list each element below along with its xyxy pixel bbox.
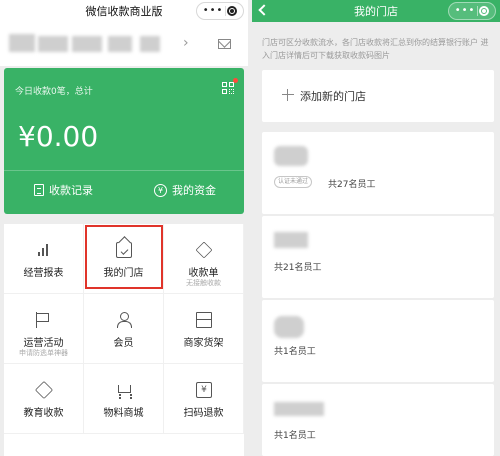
capsule-divider [224, 6, 226, 16]
blurred-merchant-avatar [9, 34, 35, 52]
add-store-button[interactable]: 添加新的门店 [262, 70, 494, 122]
left-nav-bar: 微信收款商业版 ••• [0, 0, 248, 22]
highlight-box [85, 225, 163, 289]
miniprogram-capsule[interactable]: ••• [448, 2, 496, 20]
grid-item-material-mall[interactable]: 物料商城 [84, 364, 164, 434]
grid-item-education-payment[interactable]: 教育收款 [4, 364, 84, 434]
scan-refund-icon [196, 382, 212, 398]
add-store-label: 添加新的门店 [300, 90, 366, 103]
more-icon[interactable]: ••• [455, 6, 476, 16]
document-icon [34, 184, 44, 196]
yen-circle-icon: ¥ [154, 183, 167, 197]
mail-icon[interactable] [218, 39, 231, 49]
grid-item-label: 物料商城 [103, 408, 144, 419]
shelf-icon [196, 312, 212, 328]
today-income-summary: 今日收款0笔，总计 [15, 87, 93, 97]
income-records-button[interactable]: 收款记录 [34, 180, 93, 200]
grid-item-label: 会员 [113, 338, 134, 349]
employee-count: 共1名员工 [274, 431, 316, 441]
store-card[interactable]: 共1名员工 [262, 384, 494, 456]
grid-item-label: 经营报表 [23, 268, 64, 279]
grid-item-sublabel: 申请防逃单神器 [19, 349, 68, 357]
chevron-right-icon: › [183, 35, 189, 51]
cart-icon [116, 382, 132, 398]
diamond-icon [34, 380, 54, 400]
close-miniprogram-icon[interactable] [479, 6, 490, 16]
miniprogram-capsule[interactable]: ••• [196, 2, 244, 20]
merchant-home-panel: 微信收款商业版 ••• › 今日收款0笔，总计 ¥0.00 收款记录 ¥ 我的资… [0, 0, 248, 456]
right-nav-bar: 我的门店 ••• [252, 0, 500, 22]
blurred-merchant-name-4 [140, 36, 160, 52]
blurred-store-name [274, 146, 308, 166]
card-divider [4, 170, 244, 171]
blurred-store-name [274, 402, 324, 416]
store-card[interactable]: 共21名员工 [262, 216, 494, 298]
employee-count: 共1名员工 [274, 347, 316, 357]
today-income-card: 今日收款0笔，总计 ¥0.00 收款记录 ¥ 我的资金 [4, 68, 244, 214]
grid-item-label: 商家货架 [183, 338, 224, 349]
grid-item-members[interactable]: 会员 [84, 294, 164, 364]
merchant-info-row[interactable]: › [0, 22, 248, 66]
grid-item-sublabel: 无接触收款 [186, 279, 221, 287]
user-icon [116, 312, 132, 328]
bar-chart-icon [36, 242, 52, 258]
store-card[interactable]: 认证未通过 共27名员工 [262, 132, 494, 214]
blurred-merchant-name [38, 36, 68, 52]
store-card[interactable]: 共1名员工 [262, 300, 494, 382]
close-miniprogram-icon[interactable] [227, 6, 238, 16]
my-funds-button[interactable]: ¥ 我的资金 [154, 180, 216, 200]
grid-item-label: 收款单 [188, 268, 219, 279]
my-stores-panel: 我的门店 ••• 门店可区分收款流水，各门店收款将汇总到你的结算银行账户 进入门… [252, 0, 500, 456]
grid-item-business-report[interactable]: 经营报表 [4, 224, 84, 294]
flag-icon [36, 312, 52, 328]
grid-item-label: 运营活动 [23, 338, 64, 349]
grid-item-scan-refund[interactable]: 扫码退款 [164, 364, 244, 434]
employee-count: 共27名员工 [328, 180, 376, 190]
more-icon[interactable]: ••• [203, 6, 224, 16]
blurred-merchant-name-3 [108, 36, 132, 52]
store-notice: 门店可区分收款流水，各门店收款将汇总到你的结算银行账户 进入门店详情后可下载获取… [262, 38, 489, 60]
plus-icon [282, 89, 294, 101]
capsule-divider [476, 6, 478, 16]
blurred-store-name [274, 316, 304, 338]
tag-icon [195, 241, 213, 259]
notification-dot [233, 78, 238, 83]
blurred-store-name [274, 232, 308, 248]
income-records-label: 收款记录 [49, 184, 93, 197]
certification-badge: 认证未通过 [274, 176, 313, 188]
grid-item-campaigns[interactable]: 运营活动 申请防逃单神器 [4, 294, 84, 364]
grid-item-payment-slip[interactable]: 收款单 无接触收款 [164, 224, 244, 294]
income-amount: ¥0.00 [18, 120, 99, 153]
grid-item-merchant-shelf[interactable]: 商家货架 [164, 294, 244, 364]
grid-item-label: 扫码退款 [183, 408, 224, 419]
blurred-merchant-name-2 [72, 36, 102, 52]
employee-count: 共21名员工 [274, 263, 322, 273]
my-funds-label: 我的资金 [172, 184, 216, 197]
qr-code-icon[interactable] [222, 82, 234, 94]
grid-item-label: 教育收款 [23, 408, 64, 419]
